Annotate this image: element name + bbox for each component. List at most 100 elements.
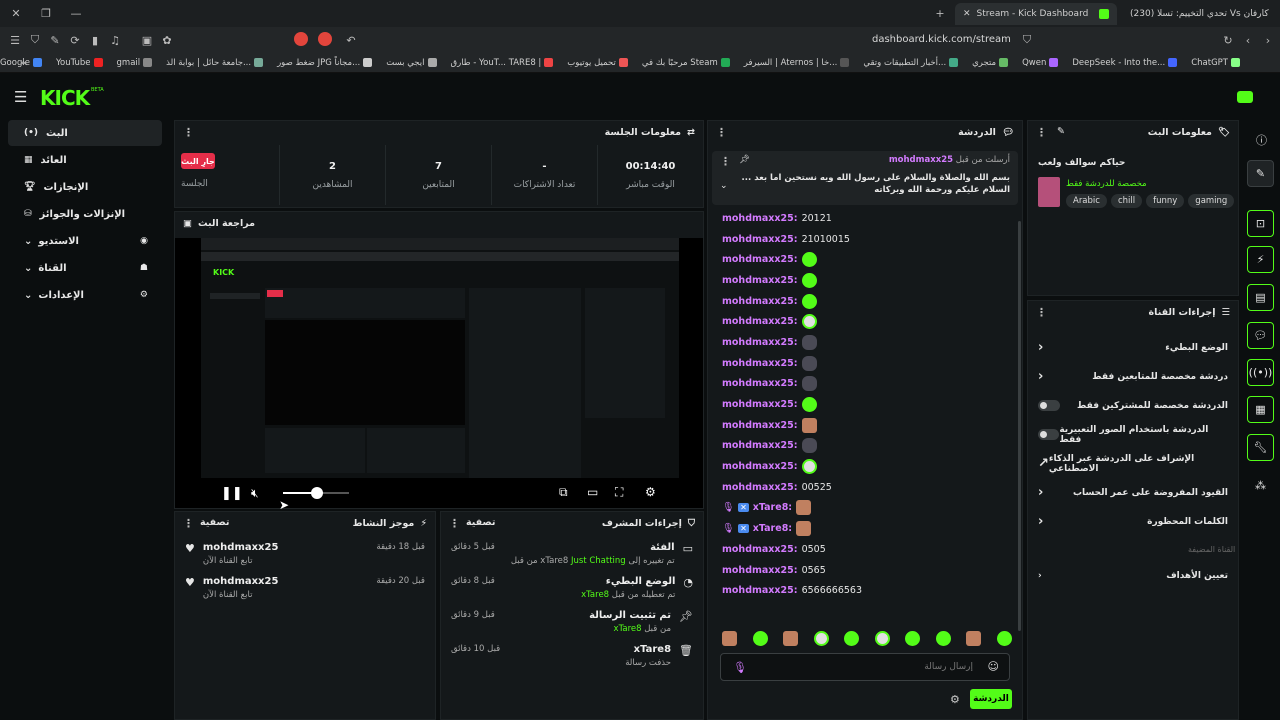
bookmark-item[interactable]: السيرفر | Aternos | خا... bbox=[744, 58, 850, 68]
chat-message[interactable]: mohdmaxx25: 20121 bbox=[708, 208, 1018, 229]
channel-action-row[interactable]: › الوضع البطيء bbox=[1028, 333, 1238, 362]
activity-item[interactable]: ♥ mohdmaxx25 تابع القناة الآن قبل 18 دقيقة bbox=[175, 542, 435, 566]
stream-tag[interactable]: chill bbox=[1110, 194, 1143, 208]
minimize-window-icon[interactable]: — bbox=[66, 7, 86, 20]
chat-message[interactable]: mohdmaxx25: 6566666563 bbox=[708, 580, 1018, 601]
chevron-down-icon[interactable]: ⌄ bbox=[720, 181, 728, 191]
volume-knob[interactable] bbox=[311, 487, 324, 499]
sidebar-item[interactable]: ⛁ الإنزالات والجوائز bbox=[8, 201, 162, 227]
chat-scrollbar[interactable] bbox=[1018, 221, 1021, 631]
chat-username[interactable]: mohdmaxx25: bbox=[722, 296, 798, 307]
bookmark-item[interactable]: DeepSeek - Into the... bbox=[1072, 58, 1178, 68]
chat-username[interactable]: mohdmaxx25: bbox=[722, 420, 798, 431]
rail-bolt-button[interactable]: ⚡ bbox=[1247, 246, 1274, 273]
chat-message[interactable]: mohdmaxx25: 21010015 bbox=[708, 229, 1018, 250]
panel-menu-icon[interactable]: ⋮ bbox=[1036, 126, 1047, 139]
url-text[interactable]: dashboard.kick.com/stream bbox=[872, 34, 1011, 45]
channel-action-row[interactable]: › الكلمات المحظورة bbox=[1028, 507, 1238, 536]
emote-picker-icon[interactable] bbox=[752, 631, 768, 646]
rail-doc-button[interactable]: ▤ bbox=[1247, 284, 1274, 311]
rail-broadcast-button[interactable]: ((•)) bbox=[1247, 359, 1274, 386]
chat-username[interactable]: mohdmaxx25: bbox=[722, 254, 798, 265]
chat-username[interactable]: mohdmaxx25: bbox=[722, 378, 798, 389]
chat-message[interactable]: mohdmaxx25: bbox=[708, 291, 1018, 312]
rail-layout-button[interactable]: ▦ bbox=[1247, 396, 1274, 423]
send-chat-button[interactable]: الدردشة bbox=[970, 689, 1012, 709]
history-icon[interactable]: ⟳ bbox=[65, 34, 85, 47]
shield-icon[interactable]: ⛉ bbox=[25, 33, 45, 47]
mod-action-item[interactable]: قبل 8 دقائق الوضع البطيء xTare8 تم تعطيله… bbox=[441, 576, 703, 600]
sidebar-item[interactable]: 🏆︎ الإنجازات bbox=[8, 174, 162, 200]
chat-message[interactable]: mohdmaxx25: bbox=[708, 332, 1018, 353]
toggle-switch[interactable] bbox=[1038, 429, 1060, 440]
menu-icon[interactable]: ☰ bbox=[5, 34, 25, 47]
fullscreen-icon[interactable]: ⛶ bbox=[615, 485, 623, 500]
toggle-switch[interactable] bbox=[1038, 400, 1060, 411]
chat-username[interactable]: xTare8: bbox=[753, 523, 792, 534]
nav-back-icon[interactable]: ‹ bbox=[1238, 34, 1258, 47]
rail-edit-button[interactable]: ✎ bbox=[1247, 160, 1274, 187]
emote-picker-icon[interactable] bbox=[966, 631, 982, 646]
mute-icon[interactable]: 🔇︎ bbox=[251, 486, 259, 501]
emote-picker-icon[interactable] bbox=[935, 631, 951, 646]
back-arrow-icon[interactable]: ↶ bbox=[341, 34, 361, 47]
chat-message[interactable]: mohdmaxx25: 00525 bbox=[708, 477, 1018, 498]
bookmark-item[interactable]: ضغط صور JPG مجاناً... bbox=[277, 58, 373, 68]
chat-message[interactable]: mohdmaxx25: 0565 bbox=[708, 560, 1018, 581]
chat-message[interactable]: mohdmaxx25: bbox=[708, 456, 1018, 477]
music-icon[interactable]: ♫ bbox=[105, 34, 125, 47]
theater-icon[interactable]: ▭ bbox=[587, 485, 598, 499]
new-tab-icon[interactable]: + bbox=[930, 7, 950, 20]
stream-tag[interactable]: Arabic bbox=[1066, 194, 1107, 208]
chat-username[interactable]: mohdmaxx25: bbox=[722, 316, 798, 327]
chat-username[interactable]: mohdmaxx25: bbox=[722, 440, 798, 451]
channel-action-row[interactable]: الدردشة مخصصة للمشتركين فقط bbox=[1028, 391, 1238, 420]
bookmark-item[interactable]: ChatGPT bbox=[1191, 58, 1240, 68]
settings-gear-icon[interactable]: ⚙ bbox=[645, 485, 656, 499]
nav-forward-icon[interactable]: › bbox=[1258, 34, 1278, 47]
close-window-icon[interactable]: ✕ bbox=[6, 7, 26, 20]
extensions-icon[interactable]: ✎ bbox=[45, 34, 65, 47]
rail-wrench-button[interactable]: 🔧︎ bbox=[1247, 434, 1274, 461]
screenshot-icon[interactable]: ▣ bbox=[137, 34, 157, 47]
emoji-icon[interactable]: ☺ bbox=[988, 660, 999, 673]
chat-message[interactable]: 🎙︎ ✕ xTare8: bbox=[708, 518, 1018, 539]
brave-shield-icon[interactable] bbox=[318, 32, 332, 46]
bookmark-icon[interactable]: ⛉ bbox=[1017, 33, 1037, 47]
panel-menu-icon[interactable]: ⋮ bbox=[449, 517, 460, 530]
chat-username[interactable]: xTare8: bbox=[753, 502, 792, 513]
chat-username[interactable]: mohdmaxx25: bbox=[722, 337, 798, 348]
chat-username[interactable]: mohdmaxx25: bbox=[722, 275, 798, 286]
emote-picker-icon[interactable] bbox=[996, 631, 1012, 646]
apps-icon[interactable]: ⁂ bbox=[1255, 479, 1266, 492]
activity-item[interactable]: ♥ mohdmaxx25 تابع القناة الآن قبل 20 دقيقة bbox=[175, 576, 435, 600]
set-goals-row[interactable]: › تعيين الأهداف bbox=[1028, 561, 1238, 590]
pin-icon[interactable]: 📌︎ bbox=[739, 155, 750, 168]
stream-tag[interactable]: gaming bbox=[1188, 194, 1235, 208]
restore-window-icon[interactable]: ❐ bbox=[36, 7, 56, 20]
activity-filter-button[interactable]: تصفية bbox=[200, 517, 229, 530]
brave-rewards-icon[interactable] bbox=[294, 32, 308, 46]
bookmark-item[interactable]: YouTube bbox=[56, 58, 103, 68]
vpn-icon[interactable]: ✿ bbox=[157, 34, 177, 47]
chat-message[interactable]: mohdmaxx25: bbox=[708, 374, 1018, 395]
bookmark-item[interactable]: gmail bbox=[117, 58, 153, 68]
tab-kick-dashboard[interactable]: ✕ Stream - Kick Dashboard bbox=[955, 2, 1117, 25]
emote-picker-icon[interactable] bbox=[813, 631, 829, 646]
rail-chat-button[interactable]: 💬︎ bbox=[1247, 322, 1274, 349]
chat-message[interactable]: mohdmaxx25: bbox=[708, 415, 1018, 436]
sidebar-item[interactable]: ▦ العائد bbox=[8, 147, 162, 173]
bookmark-item[interactable]: متجري bbox=[972, 58, 1009, 68]
pause-icon[interactable]: ❚❚ bbox=[221, 486, 243, 501]
chat-username[interactable]: mohdmaxx25: bbox=[722, 482, 798, 493]
chat-message[interactable]: 🎙︎ ✕ xTare8: bbox=[708, 498, 1018, 519]
channel-action-row[interactable]: الدردشة باستخدام الصور التعبيرية فقط bbox=[1028, 420, 1238, 449]
mic-icon[interactable]: 🎙︎ bbox=[733, 661, 747, 674]
tab-youtube-video[interactable]: (230) تحدي التخييم: تسلا Vs كارفان bbox=[1122, 3, 1280, 25]
channel-action-row[interactable]: ↗ الإشراف على الدردشة عبر الذكاء الاصطناع… bbox=[1028, 449, 1238, 478]
emote-picker-icon[interactable] bbox=[783, 631, 799, 646]
bookmark-item[interactable]: طارق - YouT... TARE8 | bbox=[451, 58, 554, 68]
sidebar-item[interactable]: (•) البث bbox=[8, 120, 162, 146]
tab-close-icon[interactable]: ✕ bbox=[963, 9, 971, 19]
reload-icon[interactable]: ↻ bbox=[1218, 34, 1238, 47]
